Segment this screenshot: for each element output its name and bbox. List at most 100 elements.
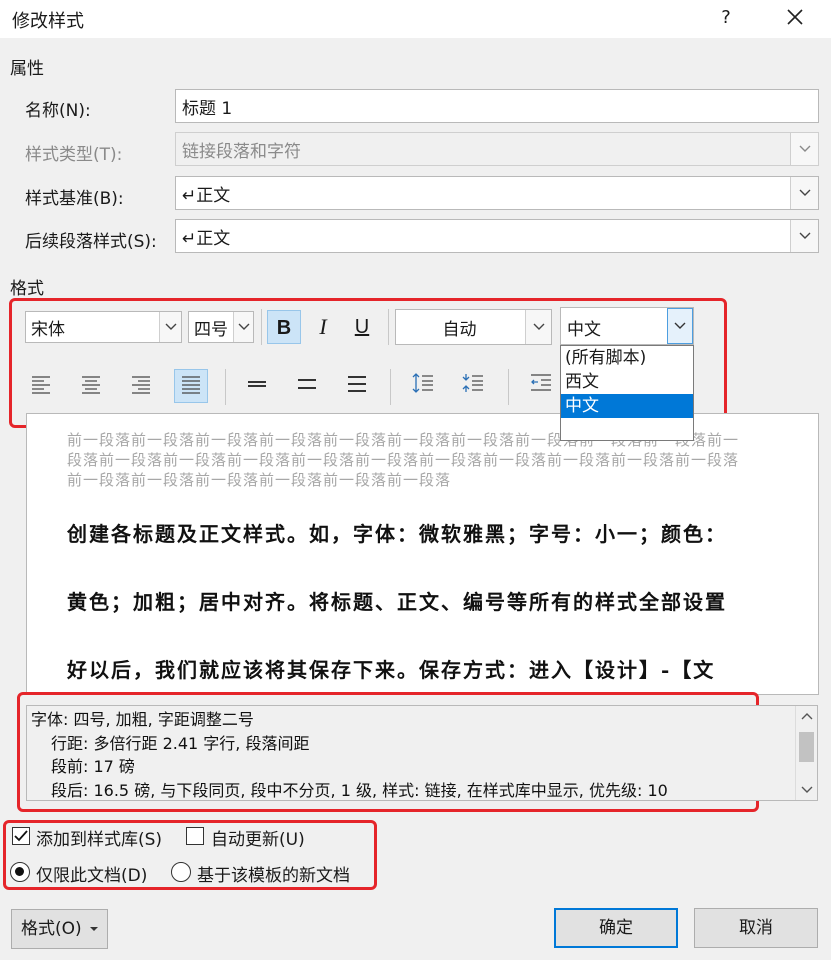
single-spacing-icon (248, 381, 266, 387)
decrease-spacing-button[interactable] (456, 370, 490, 404)
font-size-select[interactable]: 四号 (188, 311, 254, 343)
preview-text-line: 黄色；加粗；居中对齐。将标题、正文、编号等所有的样式全部设置 (67, 590, 727, 614)
new-documents-radio[interactable] (171, 862, 191, 882)
bold-button[interactable]: B (267, 310, 301, 344)
justify-icon (182, 376, 200, 394)
toolbar-separator (261, 309, 262, 345)
script-value: 中文 (567, 320, 601, 340)
next-style-value: ↵正文 (182, 229, 231, 249)
style-based-on-dropdown[interactable] (790, 177, 818, 209)
auto-update-label[interactable]: 自动更新(U) (211, 825, 305, 850)
increase-paragraph-spacing-icon (412, 373, 433, 393)
close-icon (787, 9, 803, 25)
font-size-dropdown[interactable] (233, 312, 253, 342)
align-center-button[interactable] (74, 370, 108, 404)
script-option-western[interactable]: 西文 (561, 370, 693, 394)
font-size-value: 四号 (194, 320, 228, 340)
script-option-chinese[interactable]: 中文 (561, 394, 693, 418)
scrollbar-thumb[interactable] (799, 732, 814, 762)
chevron-down-icon (238, 323, 250, 330)
chevron-down-icon (674, 322, 686, 329)
align-left-button[interactable] (24, 370, 58, 404)
script-option-all[interactable]: (所有脚本) (561, 346, 693, 370)
style-based-on-label: 样式基准(B): (25, 189, 124, 209)
justify-button[interactable] (174, 369, 208, 403)
font-color-select[interactable]: 自动 (395, 309, 552, 345)
one-half-spacing-icon (298, 379, 316, 389)
preview-text-line: 创建各标题及正文样式。如，字体：微软雅黑；字号：小一；颜色： (67, 522, 727, 546)
font-color-value: 自动 (442, 320, 477, 340)
one-half-spacing-button[interactable] (290, 370, 324, 404)
chevron-down-icon (801, 786, 813, 793)
only-this-document-label[interactable]: 仅限此文档(D) (36, 861, 147, 886)
chevron-down-icon (533, 323, 545, 330)
dialog-title: 修改样式 (12, 11, 84, 32)
name-input[interactable]: 标题 1 (175, 89, 819, 123)
style-based-on-value: ↵正文 (182, 186, 231, 206)
next-style-label: 后续段落样式(S): (25, 232, 157, 252)
format-button-label: 格式(O) (20, 919, 82, 939)
double-spacing-button[interactable] (340, 370, 374, 404)
auto-update-checkbox[interactable] (186, 827, 204, 845)
decrease-paragraph-spacing-icon (462, 374, 483, 392)
new-documents-label[interactable]: 基于该模板的新文档 (197, 861, 350, 886)
description-line: 段前: 17 磅 (51, 757, 135, 776)
next-style-select[interactable]: ↵正文 (175, 219, 819, 253)
toolbar-separator (390, 369, 391, 405)
toolbar-separator (225, 369, 226, 405)
ok-button[interactable]: 确定 (554, 908, 678, 948)
description-scrollbar[interactable] (795, 706, 817, 800)
font-name-dropdown[interactable] (159, 312, 181, 342)
chevron-down-icon (165, 323, 177, 330)
align-center-icon (82, 376, 100, 394)
toolbar-separator (388, 309, 389, 345)
style-type-select: 链接段落和字符 (175, 132, 819, 166)
description-line: 段后: 16.5 磅, 与下段同页, 段中不分页, 1 级, 样式: 链接, 在… (51, 780, 668, 800)
add-to-gallery-checkbox[interactable] (12, 827, 30, 845)
preview-pane: 前一段落前一段落前一段落前一段落前一段落前一段落前一段落前一段落前一段落前一段落… (26, 413, 819, 695)
chevron-down-icon (799, 232, 811, 239)
add-to-gallery-label[interactable]: 添加到样式库(S) (36, 825, 162, 850)
description-line: 字体: 四号, 加粗, 字距调整二号 (31, 710, 254, 729)
toolbar-separator (508, 369, 509, 405)
name-label: 名称(N): (25, 101, 91, 121)
only-this-document-radio[interactable] (10, 862, 30, 882)
description-line: 行距: 多倍行距 2.41 字行, 段落间距 (51, 733, 310, 753)
checkmark-icon (14, 830, 28, 842)
style-type-dropdown (790, 133, 818, 165)
italic-button[interactable]: I (306, 310, 340, 344)
font-name-value: 宋体 (31, 320, 65, 340)
script-select[interactable]: 中文 (560, 307, 694, 345)
radio-dot (15, 867, 24, 876)
single-spacing-button[interactable] (240, 370, 274, 404)
underline-button[interactable]: U (345, 310, 379, 344)
align-right-button[interactable] (124, 370, 158, 404)
increase-spacing-button[interactable] (406, 370, 440, 404)
chevron-down-icon (799, 189, 811, 196)
script-dropdown[interactable] (667, 308, 693, 344)
double-spacing-icon (348, 376, 366, 392)
caret-down-icon (90, 927, 99, 931)
chevron-down-icon (799, 145, 811, 152)
preview-text-line: 好以后，我们就应该将其保存下来。保存方式：进入【设计】-【文 (67, 658, 716, 682)
next-style-dropdown[interactable] (790, 220, 818, 252)
format-button[interactable]: 格式(O) (11, 909, 108, 949)
decrease-indent-button[interactable] (524, 370, 558, 404)
font-name-select[interactable]: 宋体 (25, 311, 182, 343)
font-color-dropdown[interactable] (525, 310, 551, 344)
decrease-indent-icon (531, 374, 551, 391)
format-section-label: 格式 (10, 279, 44, 299)
help-button[interactable]: ? (712, 4, 740, 32)
script-dropdown-list[interactable]: (所有脚本) 西文 中文 (560, 345, 694, 441)
properties-section-label: 属性 (10, 59, 44, 79)
style-description: 字体: 四号, 加粗, 字距调整二号 行距: 多倍行距 2.41 字行, 段落间… (26, 705, 818, 801)
align-right-icon (132, 376, 150, 394)
style-type-label: 样式类型(T): (25, 145, 123, 165)
style-type-value: 链接段落和字符 (182, 142, 301, 162)
cancel-button[interactable]: 取消 (694, 908, 818, 948)
chevron-up-icon (801, 713, 813, 720)
close-button[interactable] (780, 4, 810, 32)
style-based-on-select[interactable]: ↵正文 (175, 176, 819, 210)
title-bar: 修改样式 ? (0, 0, 831, 38)
align-left-icon (32, 376, 50, 394)
